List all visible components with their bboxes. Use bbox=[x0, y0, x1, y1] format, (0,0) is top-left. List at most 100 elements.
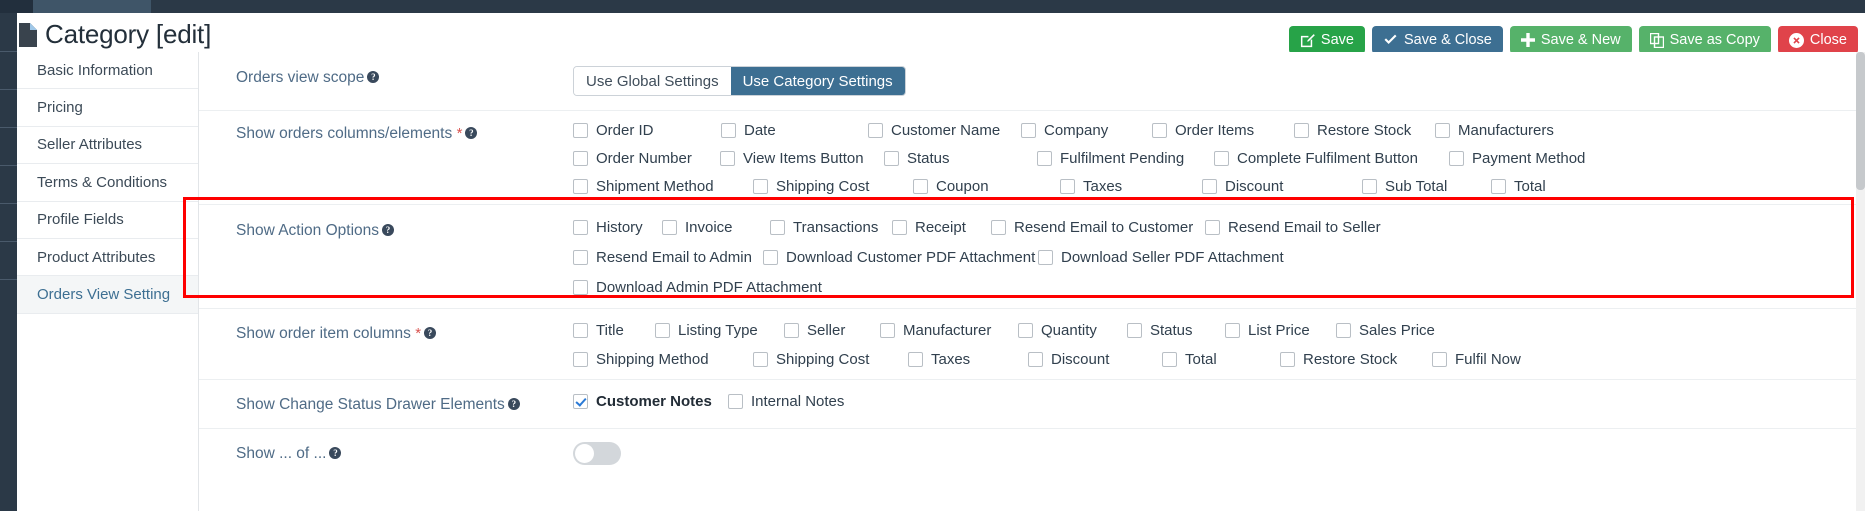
vertical-scrollbar-thumb[interactable] bbox=[1856, 52, 1865, 190]
checkbox-manufacturer[interactable]: Manufacturer bbox=[880, 322, 1018, 339]
checkbox-view-items-button[interactable]: View Items Button bbox=[720, 150, 884, 167]
checkbox-box[interactable] bbox=[753, 179, 768, 194]
sidebar-item-basic-information[interactable]: Basic Information bbox=[17, 52, 198, 90]
checkbox-date[interactable]: Date bbox=[721, 122, 868, 139]
checkbox-fulfil-now[interactable]: Fulfil Now bbox=[1432, 351, 1521, 368]
checkbox-box[interactable] bbox=[1432, 352, 1447, 367]
checkbox-discount[interactable]: Discount bbox=[1202, 178, 1362, 195]
checkbox-box[interactable] bbox=[1362, 179, 1377, 194]
checkbox-box[interactable] bbox=[1449, 151, 1464, 166]
checkbox-payment-method[interactable]: Payment Method bbox=[1449, 150, 1585, 167]
navbar-active-tab[interactable] bbox=[33, 0, 151, 13]
checkbox-box[interactable] bbox=[913, 179, 928, 194]
checkbox-receipt[interactable]: Receipt bbox=[892, 219, 991, 236]
checkbox-box[interactable] bbox=[1127, 323, 1142, 338]
checkbox-coupon[interactable]: Coupon bbox=[913, 178, 1060, 195]
checkbox-list-price[interactable]: List Price bbox=[1225, 322, 1336, 339]
checkbox-customer-notes[interactable]: Customer Notes bbox=[573, 393, 728, 410]
checkbox-download-customer-pdf-attachment[interactable]: Download Customer PDF Attachment bbox=[763, 249, 1038, 266]
checkbox-box[interactable] bbox=[784, 323, 799, 338]
checkbox-box[interactable] bbox=[1162, 352, 1177, 367]
checkbox-box[interactable] bbox=[573, 352, 588, 367]
sidebar-item-orders-view-setting[interactable]: Orders View Setting bbox=[17, 276, 198, 314]
checkbox-quantity[interactable]: Quantity bbox=[1018, 322, 1127, 339]
checkbox-order-number[interactable]: Order Number bbox=[573, 150, 720, 167]
checkbox-resend-email-to-customer[interactable]: Resend Email to Customer bbox=[991, 219, 1205, 236]
checkbox-discount[interactable]: Discount bbox=[1028, 351, 1162, 368]
checkbox-shipping-method[interactable]: Shipping Method bbox=[573, 351, 753, 368]
save-and-new-button[interactable]: Save & New bbox=[1509, 26, 1632, 54]
checkbox-download-seller-pdf-attachment[interactable]: Download Seller PDF Attachment bbox=[1038, 249, 1284, 266]
checkbox-shipping-cost[interactable]: Shipping Cost bbox=[753, 351, 908, 368]
checkbox-box[interactable] bbox=[770, 220, 785, 235]
sidebar-item-seller-attributes[interactable]: Seller Attributes bbox=[17, 127, 198, 165]
checkbox-box[interactable] bbox=[720, 151, 735, 166]
checkbox-box[interactable] bbox=[573, 280, 588, 295]
checkbox-invoice[interactable]: Invoice bbox=[662, 219, 770, 236]
checkbox-status[interactable]: Status bbox=[884, 150, 1037, 167]
sidebar-item-pricing[interactable]: Pricing bbox=[17, 89, 198, 127]
checkbox-box[interactable] bbox=[884, 151, 899, 166]
checkbox-box[interactable] bbox=[1037, 151, 1052, 166]
sidebar-item-profile-fields[interactable]: Profile Fields bbox=[17, 202, 198, 239]
help-icon[interactable]: ? bbox=[367, 71, 380, 83]
checkbox-box[interactable] bbox=[573, 151, 588, 166]
checkbox-box[interactable] bbox=[1018, 323, 1033, 338]
checkbox-taxes[interactable]: Taxes bbox=[908, 351, 1028, 368]
checkbox-box[interactable] bbox=[1038, 250, 1053, 265]
checkbox-company[interactable]: Company bbox=[1021, 122, 1152, 139]
checkbox-box[interactable] bbox=[662, 220, 677, 235]
checkbox-customer-name[interactable]: Customer Name bbox=[868, 122, 1021, 139]
checkbox-order-items[interactable]: Order Items bbox=[1152, 122, 1294, 139]
save-as-copy-button[interactable]: Save as Copy bbox=[1638, 26, 1771, 54]
checkbox-box[interactable] bbox=[763, 250, 778, 265]
sidebar-item-terms-and-conditions[interactable]: Terms & Conditions bbox=[17, 164, 198, 202]
toggle-switch[interactable] bbox=[573, 442, 621, 465]
checkbox-box[interactable] bbox=[1202, 179, 1217, 194]
checkbox-manufacturers[interactable]: Manufacturers bbox=[1435, 122, 1554, 139]
checkbox-seller[interactable]: Seller bbox=[784, 322, 880, 339]
checkbox-history[interactable]: History bbox=[573, 219, 662, 236]
checkbox-total[interactable]: Total bbox=[1491, 178, 1546, 195]
sidebar-item-product-attributes[interactable]: Product Attributes bbox=[17, 239, 198, 277]
checkbox-shipping-cost[interactable]: Shipping Cost bbox=[753, 178, 913, 195]
checkbox-resend-email-to-seller[interactable]: Resend Email to Seller bbox=[1205, 219, 1381, 236]
checkbox-shipment-method[interactable]: Shipment Method bbox=[573, 178, 753, 195]
checkbox-transactions[interactable]: Transactions bbox=[770, 219, 892, 236]
help-icon[interactable]: ? bbox=[465, 127, 478, 139]
use-category-settings-toggle[interactable]: Use Category Settings bbox=[730, 67, 905, 95]
checkbox-internal-notes[interactable]: Internal Notes bbox=[728, 393, 844, 410]
help-icon[interactable]: ? bbox=[382, 224, 395, 236]
checkbox-box[interactable] bbox=[1225, 323, 1240, 338]
checkbox-box[interactable] bbox=[573, 394, 588, 409]
checkbox-restore-stock[interactable]: Restore Stock bbox=[1280, 351, 1432, 368]
checkbox-listing-type[interactable]: Listing Type bbox=[655, 322, 784, 339]
checkbox-taxes[interactable]: Taxes bbox=[1060, 178, 1202, 195]
checkbox-box[interactable] bbox=[1294, 123, 1309, 138]
checkbox-box[interactable] bbox=[753, 352, 768, 367]
checkbox-sub-total[interactable]: Sub Total bbox=[1362, 178, 1491, 195]
checkbox-box[interactable] bbox=[573, 179, 588, 194]
checkbox-box[interactable] bbox=[1491, 179, 1506, 194]
checkbox-box[interactable] bbox=[1021, 123, 1036, 138]
checkbox-box[interactable] bbox=[908, 352, 923, 367]
checkbox-box[interactable] bbox=[1060, 179, 1075, 194]
save-and-close-button[interactable]: Save & Close bbox=[1371, 26, 1503, 54]
checkbox-box[interactable] bbox=[1435, 123, 1450, 138]
checkbox-download-admin-pdf-attachment[interactable]: Download Admin PDF Attachment bbox=[573, 279, 822, 296]
checkbox-box[interactable] bbox=[1336, 323, 1351, 338]
checkbox-title[interactable]: Title bbox=[573, 322, 655, 339]
checkbox-box[interactable] bbox=[573, 250, 588, 265]
vertical-scrollbar-track[interactable] bbox=[1856, 52, 1865, 511]
checkbox-box[interactable] bbox=[892, 220, 907, 235]
checkbox-status[interactable]: Status bbox=[1127, 322, 1225, 339]
checkbox-box[interactable] bbox=[573, 220, 588, 235]
checkbox-complete-fulfilment-button[interactable]: Complete Fulfilment Button bbox=[1214, 150, 1449, 167]
checkbox-box[interactable] bbox=[721, 123, 736, 138]
use-global-settings-toggle[interactable]: Use Global Settings bbox=[574, 67, 731, 95]
help-icon[interactable]: ? bbox=[507, 398, 520, 410]
checkbox-box[interactable] bbox=[573, 123, 588, 138]
checkbox-order-id[interactable]: Order ID bbox=[573, 122, 721, 139]
checkbox-box[interactable] bbox=[1152, 123, 1167, 138]
checkbox-box[interactable] bbox=[728, 394, 743, 409]
